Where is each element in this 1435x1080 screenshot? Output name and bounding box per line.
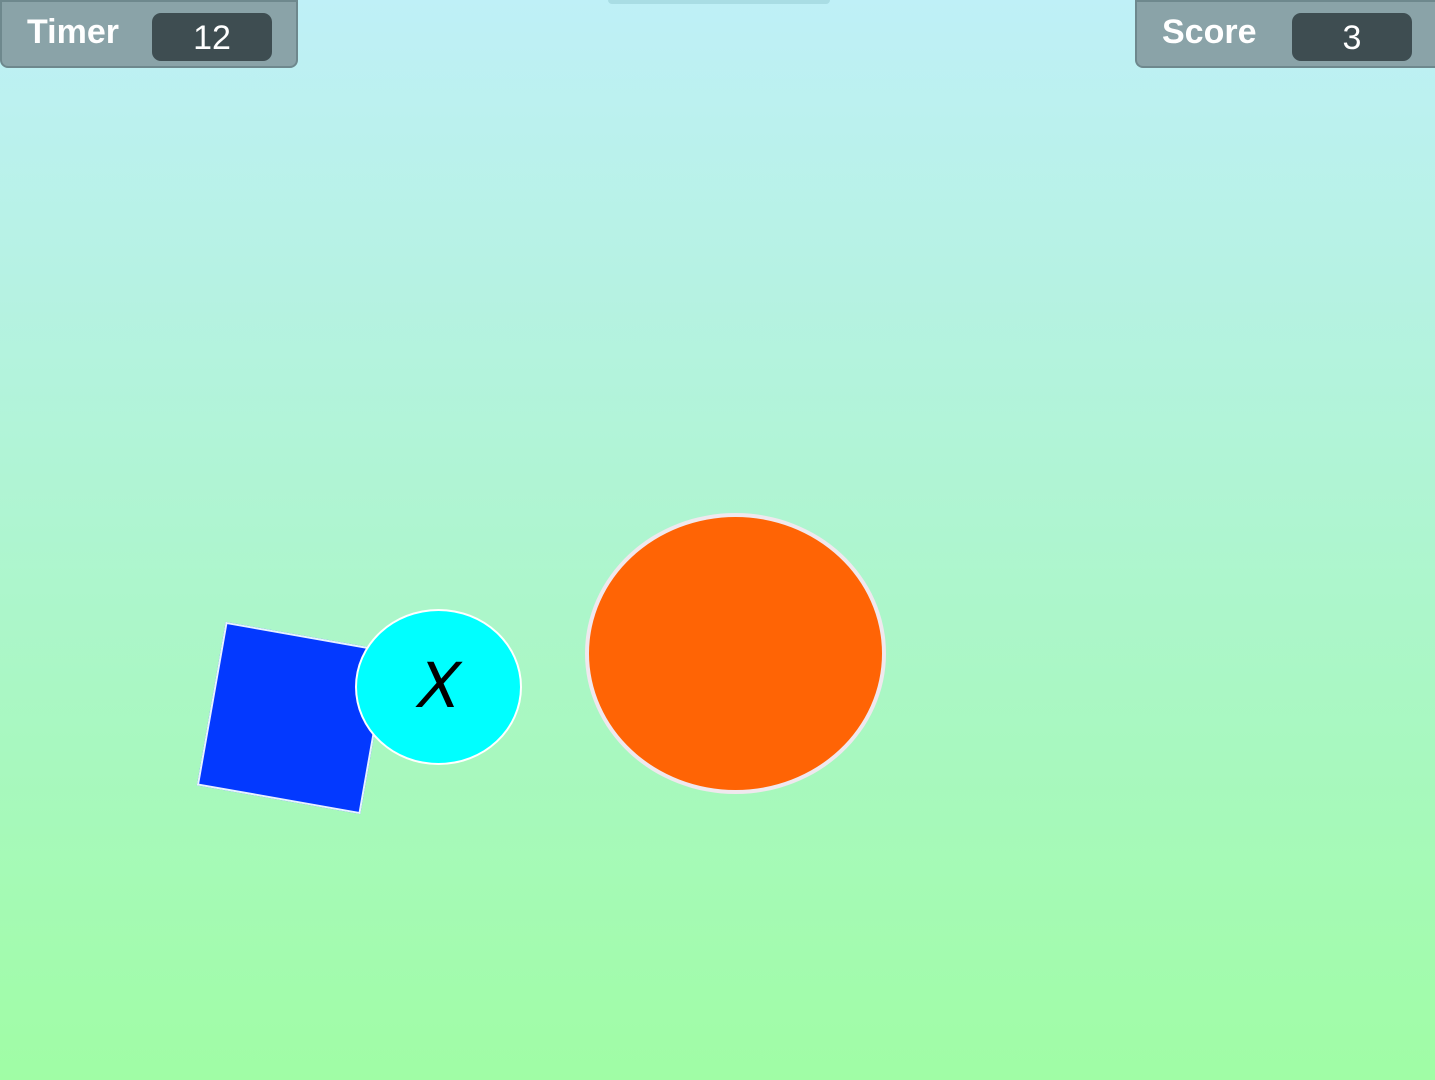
timer-label: Timer <box>27 13 119 51</box>
timer-panel: Timer 12 <box>0 0 298 68</box>
timer-value: 12 <box>152 13 272 61</box>
cyan-circle-target[interactable]: X <box>355 609 522 765</box>
blue-square-target[interactable] <box>196 621 390 815</box>
score-value: 3 <box>1292 13 1412 61</box>
score-panel: Score 3 <box>1135 0 1435 68</box>
orange-circle-target[interactable] <box>585 513 886 794</box>
score-label: Score <box>1162 13 1257 51</box>
game-stage[interactable]: Timer 12 Score 3 X <box>0 0 1435 1080</box>
x-mark: X <box>410 649 469 722</box>
top-drop-tab <box>608 0 830 4</box>
